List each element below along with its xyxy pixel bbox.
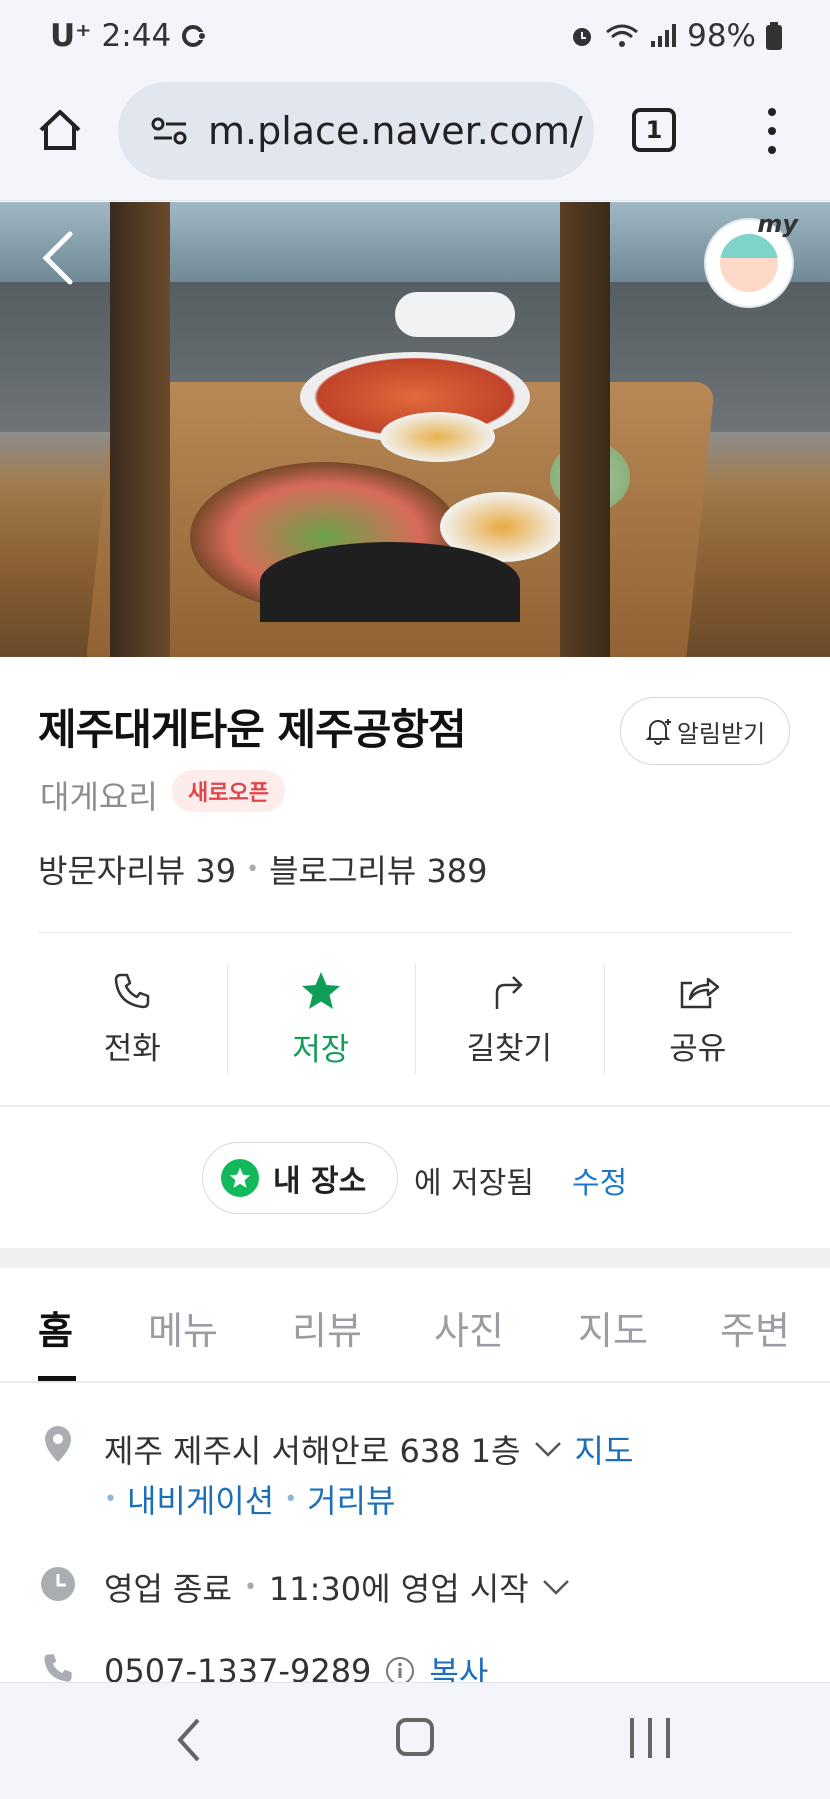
address-row: 제주 제주시 서해안로 638 1층 지도 <box>104 1426 633 1472</box>
chevron-down-icon[interactable] <box>533 1439 563 1459</box>
share-icon <box>680 977 719 1008</box>
divider <box>38 932 792 933</box>
separator-dot: • <box>104 1486 117 1512</box>
navigation-link[interactable]: 내비게이션 <box>127 1476 274 1522</box>
saved-status-text: 에 저장됨 <box>414 1166 534 1201</box>
clock-icon <box>40 1566 76 1602</box>
tab-photos[interactable]: 사진 <box>434 1300 504 1355</box>
blog-review-link[interactable]: 블로그리뷰 389 <box>269 846 487 892</box>
place-title: 제주대게타운 제주공항점 <box>38 705 467 754</box>
new-open-badge: 새로오픈 <box>172 770 285 812</box>
carrier-label: U⁺ <box>50 18 92 54</box>
directions-icon <box>496 975 524 1009</box>
clock: 2:44 <box>101 18 172 54</box>
star-icon <box>301 971 340 1009</box>
nav-recents-button[interactable] <box>630 1718 670 1758</box>
tab-nearby[interactable]: 주변 <box>720 1300 790 1355</box>
tab-reviews[interactable]: 리뷰 <box>292 1300 362 1355</box>
notify-button[interactable]: 알림받기 <box>620 697 790 765</box>
site-settings-icon[interactable] <box>146 116 194 146</box>
location-pin-icon <box>40 1426 76 1462</box>
tab-map[interactable]: 지도 <box>578 1300 648 1355</box>
hours-row[interactable]: 영업 종료 • 11:30에 영업 시작 <box>104 1564 571 1610</box>
saved-list-chip[interactable]: 내 장소 <box>202 1142 398 1214</box>
directions-label: 길찾기 <box>466 1030 553 1067</box>
tab-home[interactable]: 홈 <box>38 1300 73 1355</box>
address-links-row: • 내비게이션 • 거리뷰 <box>104 1476 396 1522</box>
tab-menu[interactable]: 메뉴 <box>148 1300 218 1355</box>
visitor-review-link[interactable]: 방문자리뷰 39 <box>38 846 236 892</box>
share-button[interactable]: 공유 <box>603 960 793 1078</box>
status-bar: U⁺ 2:44 98% <box>0 0 830 82</box>
directions-button[interactable]: 길찾기 <box>415 960 604 1078</box>
review-summary: 방문자리뷰 39 • 블로그리뷰 389 <box>38 846 488 892</box>
chevron-left-icon <box>177 1718 200 1762</box>
wifi-icon <box>606 24 639 47</box>
separator-dot: • <box>243 1574 257 1600</box>
photo-window-frame-right <box>560 202 610 657</box>
save-button[interactable]: 저장 <box>226 960 416 1078</box>
signal-icon <box>651 24 677 47</box>
chevron-left-icon <box>42 231 73 285</box>
sync-icon <box>182 25 208 47</box>
back-button[interactable] <box>38 228 78 288</box>
photo-car <box>395 292 515 337</box>
section-band <box>0 1248 830 1268</box>
saved-star-icon <box>221 1159 259 1197</box>
tab-switcher-button[interactable]: 1 <box>632 108 676 152</box>
call-button[interactable]: 전화 <box>38 960 227 1078</box>
my-profile-avatar[interactable]: my <box>704 210 798 308</box>
tabs-divider <box>0 1381 830 1383</box>
action-row: 전화 저장 길찾기 공유 <box>38 960 792 1078</box>
my-label: my <box>757 210 798 238</box>
bell-icon <box>645 719 671 745</box>
notify-label: 알림받기 <box>676 719 766 748</box>
battery-icon <box>766 22 782 50</box>
home-button[interactable] <box>30 100 90 160</box>
photo-bowl <box>380 412 495 462</box>
street-view-link[interactable]: 거리뷰 <box>307 1476 395 1522</box>
avatar <box>720 234 778 292</box>
nav-home-button[interactable] <box>396 1718 434 1756</box>
separator-dot: • <box>284 1486 298 1512</box>
battery-percent: 98% <box>687 18 756 54</box>
home-icon <box>39 110 81 150</box>
status-right: 98% <box>569 18 782 54</box>
address-text[interactable]: 제주 제주시 서해안로 638 1층 <box>104 1426 521 1472</box>
url-text: m.place.naver.com/ <box>208 109 583 153</box>
separator-dot: • <box>246 856 260 882</box>
status-time: U⁺ 2:44 <box>50 18 208 54</box>
saved-list-name: 내 장소 <box>273 1164 367 1199</box>
chevron-down-icon[interactable] <box>541 1577 571 1597</box>
category-label: 대게요리 <box>40 778 158 816</box>
more-menu-icon[interactable] <box>758 108 786 154</box>
map-link[interactable]: 지도 <box>575 1426 634 1472</box>
alarm-icon <box>573 28 592 46</box>
section-divider <box>0 1105 830 1107</box>
edit-saved-link[interactable]: 수정 <box>572 1158 627 1202</box>
business-status: 영업 종료 <box>104 1570 232 1608</box>
nav-back-button[interactable] <box>170 1712 210 1768</box>
photo-hotpot <box>260 542 520 622</box>
share-label: 공유 <box>669 1030 727 1067</box>
photo-window-frame-left <box>110 202 170 657</box>
phone-icon <box>115 973 150 1008</box>
call-label: 전화 <box>103 1030 161 1067</box>
open-time: 11:30에 영업 시작 <box>268 1570 529 1608</box>
phone-icon <box>40 1650 76 1686</box>
save-label: 저장 <box>292 1031 350 1068</box>
address-bar[interactable]: m.place.naver.com/ <box>118 82 594 180</box>
